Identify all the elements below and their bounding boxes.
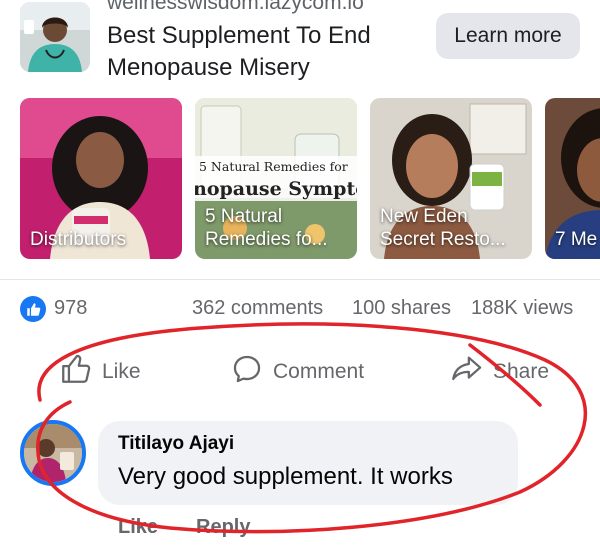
comment-button[interactable]: Comment: [230, 352, 364, 392]
carousel-card-natural-remedies[interactable]: 5 Natural Remedies for nopause Sympto 5 …: [195, 98, 357, 259]
views-count: 188K views: [471, 296, 574, 319]
shares-count[interactable]: 100 shares: [352, 294, 451, 322]
avatar[interactable]: [20, 420, 86, 486]
carousel-card-label: New Eden Secret Resto...: [380, 206, 506, 250]
ad-domain[interactable]: wellnesswisdom.lazycom.io: [107, 0, 364, 15]
reaction-count[interactable]: 978: [54, 294, 87, 322]
speech-bubble-icon: [230, 352, 264, 392]
thumbs-up-icon[interactable]: [20, 296, 46, 322]
comments-count[interactable]: 362 comments: [192, 294, 323, 322]
like-label: Like: [102, 360, 141, 383]
card-overlay-line1: 5 Natural Remedies for: [195, 156, 357, 177]
share-arrow-icon: [448, 352, 484, 392]
comment-text: Very good supplement. It works: [118, 463, 453, 490]
carousel-card-distributors[interactable]: Distributors: [20, 98, 182, 259]
card-title-overlay: 5 Natural Remedies for nopause Sympto: [195, 156, 357, 201]
like-button[interactable]: Like: [59, 352, 141, 392]
thumbs-up-outline-icon: [59, 352, 93, 392]
comment-bubble[interactable]: Titilayo Ajayi Very good supplement. It …: [98, 421, 518, 505]
learn-more-button[interactable]: Learn more: [436, 13, 580, 59]
comment-label: Comment: [273, 360, 365, 383]
carousel-card-partial[interactable]: 7 Me Symp: [545, 98, 600, 259]
comment-reply-link[interactable]: Reply: [196, 516, 250, 539]
ad-thumbnail[interactable]: [20, 2, 90, 72]
share-button[interactable]: Share: [448, 352, 549, 392]
ad-title[interactable]: Best Supplement To End Menopause Misery: [107, 20, 407, 84]
ad-carousel: Distributors 5 Natural Remedies for nopa…: [20, 98, 600, 259]
carousel-card-label: Distributors: [30, 229, 127, 250]
section-divider: [0, 279, 600, 280]
carousel-card-label: 7 Me Symp: [555, 229, 600, 250]
comment-author[interactable]: Titilayo Ajayi: [118, 433, 234, 455]
card-overlay-line2: nopause Sympto: [195, 177, 357, 201]
comment-like-link[interactable]: Like: [118, 516, 158, 539]
carousel-card-label: 5 Natural Remedies fo...: [205, 206, 328, 250]
carousel-card-new-eden[interactable]: New Eden Secret Resto...: [370, 98, 532, 259]
share-label: Share: [493, 360, 550, 383]
